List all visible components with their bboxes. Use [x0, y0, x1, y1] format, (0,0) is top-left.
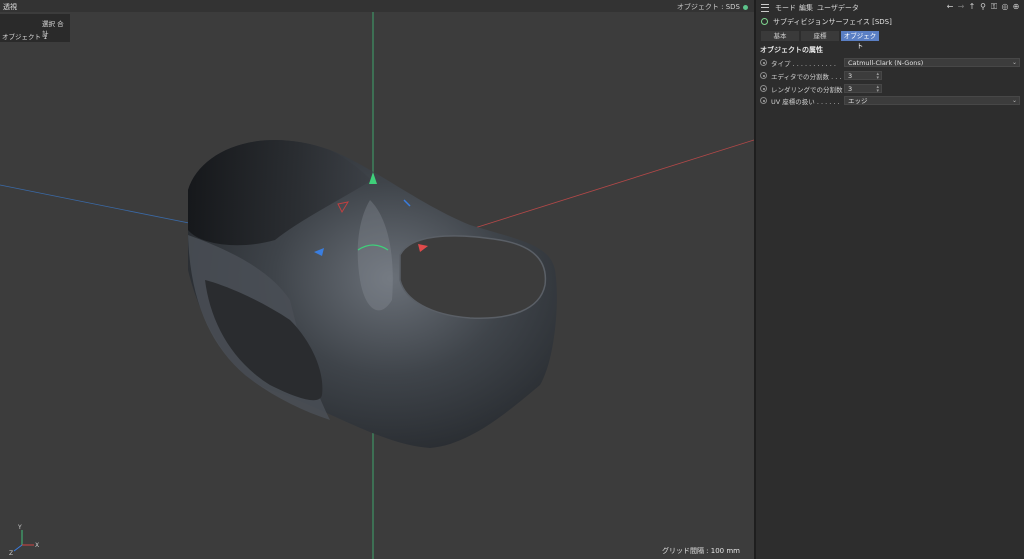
mini-axis-y-label: Y	[17, 524, 22, 531]
prop-type: タイプ . . . . . . . . . . . Catmull-Clark …	[760, 58, 1020, 68]
viewport-object-indicator: オブジェクト : SDS	[677, 2, 748, 12]
mini-axis-z-label: Z	[9, 550, 13, 557]
sds-object-icon	[761, 18, 768, 25]
search-icon[interactable]: ⚲	[979, 2, 987, 11]
uv-mode-select[interactable]: エッジ ⌄	[844, 96, 1020, 105]
menu-hamburger-icon[interactable]	[761, 4, 769, 12]
section-title: オブジェクトの属性	[760, 46, 823, 54]
tab-basic[interactable]: 基本	[761, 31, 799, 41]
viewport-camera-label[interactable]: 透視	[3, 2, 17, 12]
back-arrow-icon[interactable]: ←	[946, 2, 954, 11]
status-dot-icon	[743, 4, 748, 10]
tab-coord[interactable]: 座標	[801, 31, 839, 41]
keyframe-radio-icon[interactable]	[760, 97, 767, 104]
hud-object-count: オブジェクト 1	[2, 33, 48, 41]
editor-subdiv-value: 3	[848, 72, 853, 80]
lock-icon[interactable]: ⚿	[990, 2, 998, 11]
type-select-value: Catmull-Clark (N-Gons)	[848, 59, 924, 67]
attributes-menubar: モード 編集 ユーザデータ ← → ↑ ⚲ ⚿ ◎ ⊕	[756, 0, 1024, 14]
viewport[interactable]: Y X Z 透視 オブジェクト : SDS 選択 合計 オブジェクト 1 グリッ…	[0, 0, 754, 559]
render-subdiv-value: 3	[848, 85, 853, 93]
prop-type-label: タイプ . . . . . . . . . . .	[771, 60, 836, 68]
hud-panel: 選択 合計 オブジェクト 1	[0, 14, 70, 42]
attribute-tabs: 基本 座標 オブジェクト	[761, 31, 881, 50]
panel-toolbar: ← → ↑ ⚲ ⚿ ◎ ⊕	[946, 2, 1020, 11]
render-subdiv-input[interactable]: 3 ▴ ▾	[844, 84, 882, 94]
prop-render-subdiv-label: レンダリングでの分割数	[771, 86, 843, 94]
prop-render-subdiv: レンダリングでの分割数 3 ▴ ▾	[760, 84, 1020, 94]
viewport-object-text: オブジェクト : SDS	[676, 3, 740, 11]
forward-arrow-icon[interactable]: →	[957, 2, 965, 11]
prop-uv-mode: UV 座標の扱い . . . . . . エッジ ⌄	[760, 96, 1020, 106]
type-select[interactable]: Catmull-Clark (N-Gons) ⌄	[844, 58, 1020, 67]
prop-uv-mode-label: UV 座標の扱い . . . . . .	[771, 98, 840, 106]
uv-mode-value: エッジ	[848, 97, 868, 105]
chevron-down-icon: ⌄	[1011, 97, 1017, 104]
chevron-down-icon: ⌄	[1011, 59, 1017, 66]
object-title: サブディビジョンサーフェイス [SDS]	[773, 18, 892, 26]
settings-icon[interactable]: ◎	[1001, 2, 1009, 11]
attributes-panel: モード 編集 ユーザデータ ← → ↑ ⚲ ⚿ ◎ ⊕ サブディビジョンサーフェ…	[756, 0, 1024, 559]
grid-spacing-info: グリッド間隔 : 100 mm	[661, 547, 740, 555]
add-icon[interactable]: ⊕	[1012, 2, 1020, 11]
stepper-arrows-icon[interactable]: ▴ ▾	[876, 72, 879, 81]
mini-axis-x-label: X	[35, 542, 39, 549]
menu-mode[interactable]: モード	[775, 3, 796, 13]
stepper-arrows-icon[interactable]: ▴ ▾	[876, 85, 879, 94]
viewport-header	[0, 0, 754, 12]
menu-edit[interactable]: 編集	[799, 3, 813, 13]
scene-3d[interactable]: Y X Z	[0, 0, 754, 559]
prop-editor-subdiv: エディタでの分割数 . . . 3 ▴ ▾	[760, 71, 1020, 81]
keyframe-radio-icon[interactable]	[760, 85, 767, 92]
editor-subdiv-input[interactable]: 3 ▴ ▾	[844, 71, 882, 81]
up-arrow-icon[interactable]: ↑	[968, 2, 976, 11]
keyframe-radio-icon[interactable]	[760, 59, 767, 66]
mini-axis-z	[13, 544, 23, 552]
prop-editor-subdiv-label: エディタでの分割数 . . .	[771, 73, 842, 81]
tab-object[interactable]: オブジェクト	[841, 31, 879, 50]
keyframe-radio-icon[interactable]	[760, 72, 767, 79]
menu-userdata[interactable]: ユーザデータ	[817, 3, 859, 13]
